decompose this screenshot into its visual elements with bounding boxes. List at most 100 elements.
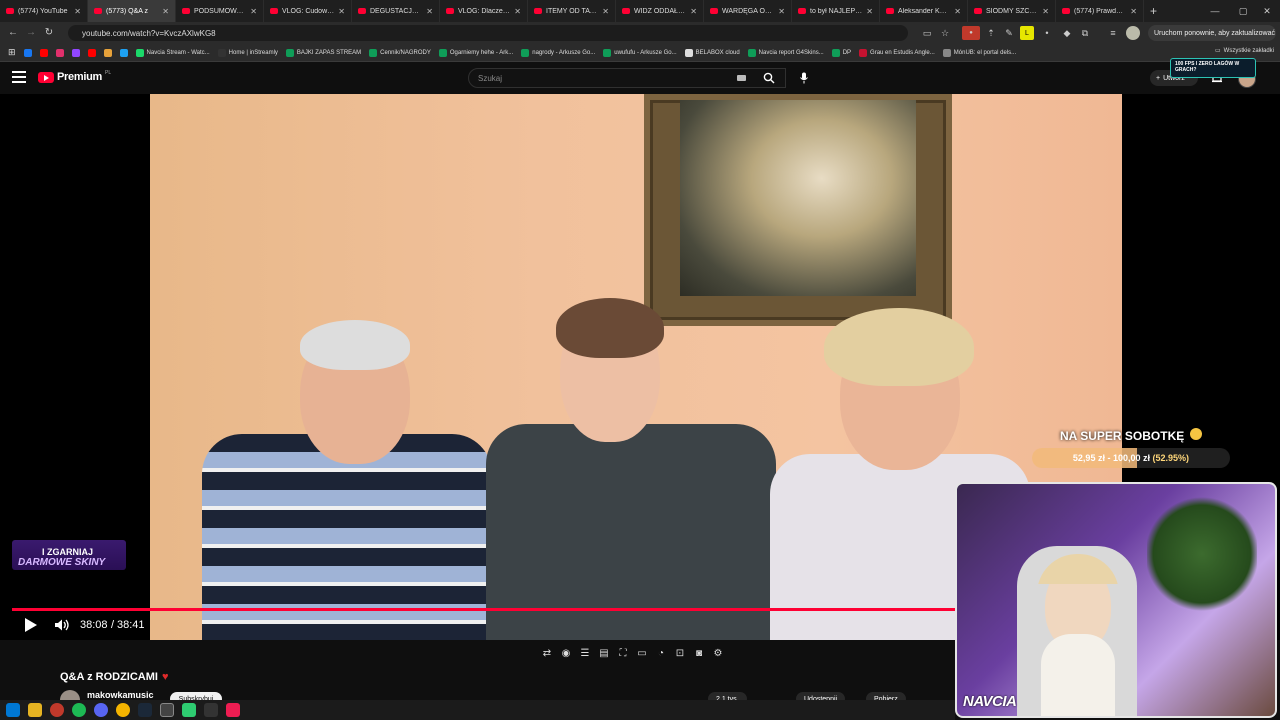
settings-icon[interactable]: ⚙ xyxy=(711,646,725,660)
browser-tab[interactable]: ITEMY OD TATY | K✕ xyxy=(528,0,616,22)
tab-close-icon[interactable]: ✕ xyxy=(162,7,169,16)
new-tab-button[interactable]: + xyxy=(1144,4,1163,18)
bookmark-item[interactable] xyxy=(87,48,96,57)
browser-tab[interactable]: WIDZ ODDAŁ STR ✕ xyxy=(616,0,704,22)
bookmark-favicon-icon xyxy=(55,48,64,57)
bookmark-item[interactable]: Grau en Estudis Angle... xyxy=(859,48,935,57)
bookmark-item[interactable]: DP xyxy=(831,48,851,57)
tab-close-icon[interactable]: ✕ xyxy=(778,7,785,16)
puzzle-icon[interactable]: ⧉ xyxy=(1078,26,1092,40)
tab-close-icon[interactable]: ✕ xyxy=(426,7,433,16)
extension-badge-icon[interactable]: ● xyxy=(962,26,980,40)
bookmark-item[interactable] xyxy=(55,48,64,57)
cast-icon[interactable]: ▭ xyxy=(920,26,934,40)
diamond-icon[interactable]: ◆ xyxy=(1060,26,1074,40)
update-button[interactable]: Uruchom ponownie, aby zaktualizować xyxy=(1148,25,1276,41)
speed-icon[interactable]: ◔ xyxy=(654,646,668,660)
browser-tab[interactable]: SIÓDMY SZCZYT K✕ xyxy=(968,0,1056,22)
bookmark-favicon-icon xyxy=(217,48,226,57)
terminal-icon[interactable] xyxy=(204,703,218,717)
voice-search-button[interactable] xyxy=(794,68,814,88)
loop-icon[interactable]: ⇄ xyxy=(540,646,554,660)
tab-close-icon[interactable]: ✕ xyxy=(602,7,609,16)
extension-yellow-icon[interactable]: L xyxy=(1020,26,1034,40)
start-icon[interactable] xyxy=(6,703,20,717)
browser-tab[interactable]: VLOG: Dlaczego to✕ xyxy=(440,0,528,22)
sidebar-icon[interactable]: ≡ xyxy=(1106,26,1120,40)
all-bookmarks-button[interactable]: ▭ Wszystkie zakładki xyxy=(1215,47,1274,55)
video-progress-bar[interactable] xyxy=(12,608,956,611)
steam-icon[interactable] xyxy=(138,703,152,717)
tab-close-icon[interactable]: ✕ xyxy=(250,7,257,16)
playlist-icon[interactable]: ☰ xyxy=(578,646,592,660)
bookmark-item[interactable]: uwufufu - Arkusze Go... xyxy=(603,48,677,57)
url-field[interactable]: youtube.com/watch?v=KvczAXlwKG8 xyxy=(68,25,908,41)
close-window-icon[interactable]: ✕ xyxy=(1252,0,1280,22)
tab-label: (5774) Prawdziwy xyxy=(1074,7,1127,15)
bookmark-item[interactable]: BELABOX cloud xyxy=(684,48,740,57)
discord-icon[interactable] xyxy=(94,703,108,717)
bookmark-item[interactable] xyxy=(23,48,32,57)
file-explorer-icon[interactable] xyxy=(28,703,42,717)
bookmark-item[interactable]: MónUB: el portal dels... xyxy=(942,48,1016,57)
bookmark-item[interactable]: nagrody - Arkusze Go... xyxy=(521,48,595,57)
browser-tab[interactable]: (5773) Q&A z ✕ xyxy=(88,0,176,22)
app-green-icon[interactable] xyxy=(182,703,196,717)
tab-close-icon[interactable]: ✕ xyxy=(1042,7,1049,16)
bookmark-item[interactable]: Home | inStreamly xyxy=(217,48,278,57)
reload-icon[interactable]: ↻ xyxy=(40,27,58,38)
keyboard-icon[interactable] xyxy=(737,75,746,81)
forward-icon[interactable]: → xyxy=(22,27,40,38)
tab-close-icon[interactable]: ✕ xyxy=(338,7,345,16)
browser-tab[interactable]: to był NAJLEPSZY ✕ xyxy=(792,0,880,22)
channel-name[interactable]: makowkamusic xyxy=(87,690,154,700)
profile-icon[interactable] xyxy=(1126,26,1140,40)
extension-icon[interactable]: ⇡ xyxy=(984,26,998,40)
bookmark-item[interactable] xyxy=(119,48,128,57)
obs-icon[interactable] xyxy=(160,703,174,717)
clapperboard-icon[interactable]: ▤ xyxy=(597,646,611,660)
minimize-icon[interactable]: — xyxy=(1200,0,1230,22)
bookmark-item[interactable] xyxy=(103,48,112,57)
back-icon[interactable]: ← xyxy=(4,27,22,38)
spotify-icon[interactable] xyxy=(72,703,86,717)
bookmark-item[interactable] xyxy=(71,48,80,57)
tab-close-icon[interactable]: ✕ xyxy=(1130,7,1137,16)
tab-close-icon[interactable]: ✕ xyxy=(74,7,81,16)
bookmark-item[interactable]: BAJKI ZAPAS STREAM xyxy=(285,48,361,57)
apps-icon[interactable]: ⊞ xyxy=(8,47,16,58)
volume-icon[interactable] xyxy=(54,618,70,632)
browser-tab[interactable]: Aleksander Kępka ✕ xyxy=(880,0,968,22)
zoom-icon[interactable]: ⊡ xyxy=(673,646,687,660)
play-icon[interactable] xyxy=(24,617,38,633)
browser-tab[interactable]: WARDĘGA OSKAR✕ xyxy=(704,0,792,22)
bookmark-favicon-icon xyxy=(521,48,530,57)
tab-close-icon[interactable]: ✕ xyxy=(690,7,697,16)
browser-tab[interactable]: VLOG: Cudowny za✕ xyxy=(264,0,352,22)
youtube-premium-logo[interactable]: Premium PL xyxy=(38,70,111,83)
audio-icon[interactable]: ◉ xyxy=(559,646,573,660)
hamburger-menu-icon[interactable] xyxy=(12,71,26,83)
tab-close-icon[interactable]: ✕ xyxy=(954,7,961,16)
fullscreen-icon[interactable]: ⛶ xyxy=(616,646,630,660)
search-button[interactable] xyxy=(756,68,782,88)
star-icon[interactable]: ☆ xyxy=(938,26,952,40)
bookmark-item[interactable] xyxy=(39,48,48,57)
browser-tab[interactable]: DEGUSTACJA | JU ✕ xyxy=(352,0,440,22)
bookmark-item[interactable]: Navcia report G4Skins... xyxy=(747,48,824,57)
browser-tab[interactable]: (5774) YouTube ✕ xyxy=(0,0,88,22)
opera-icon[interactable] xyxy=(50,703,64,717)
extension-dot-icon[interactable]: • xyxy=(1040,26,1054,40)
bookmark-item[interactable]: Ogarniemy hehe - Ark... xyxy=(438,48,513,57)
tab-close-icon[interactable]: ✕ xyxy=(866,7,873,16)
bookmark-item[interactable]: Cennik/NAGRODY xyxy=(369,48,431,57)
theater-icon[interactable]: ▭ xyxy=(635,646,649,660)
screenshot-icon[interactable]: ◙ xyxy=(692,646,706,660)
tiktok-icon[interactable] xyxy=(226,703,240,717)
tab-close-icon[interactable]: ✕ xyxy=(514,7,521,16)
pen-icon[interactable]: ✎ xyxy=(1002,26,1016,40)
browser-tab[interactable]: (5774) Prawdziwy ✕ xyxy=(1056,0,1144,22)
bookmark-item[interactable]: Navcia Stream - Watc... xyxy=(135,48,210,57)
chrome-icon[interactable] xyxy=(116,703,130,717)
browser-tab[interactable]: PODSUMOWANIE✕ xyxy=(176,0,264,22)
